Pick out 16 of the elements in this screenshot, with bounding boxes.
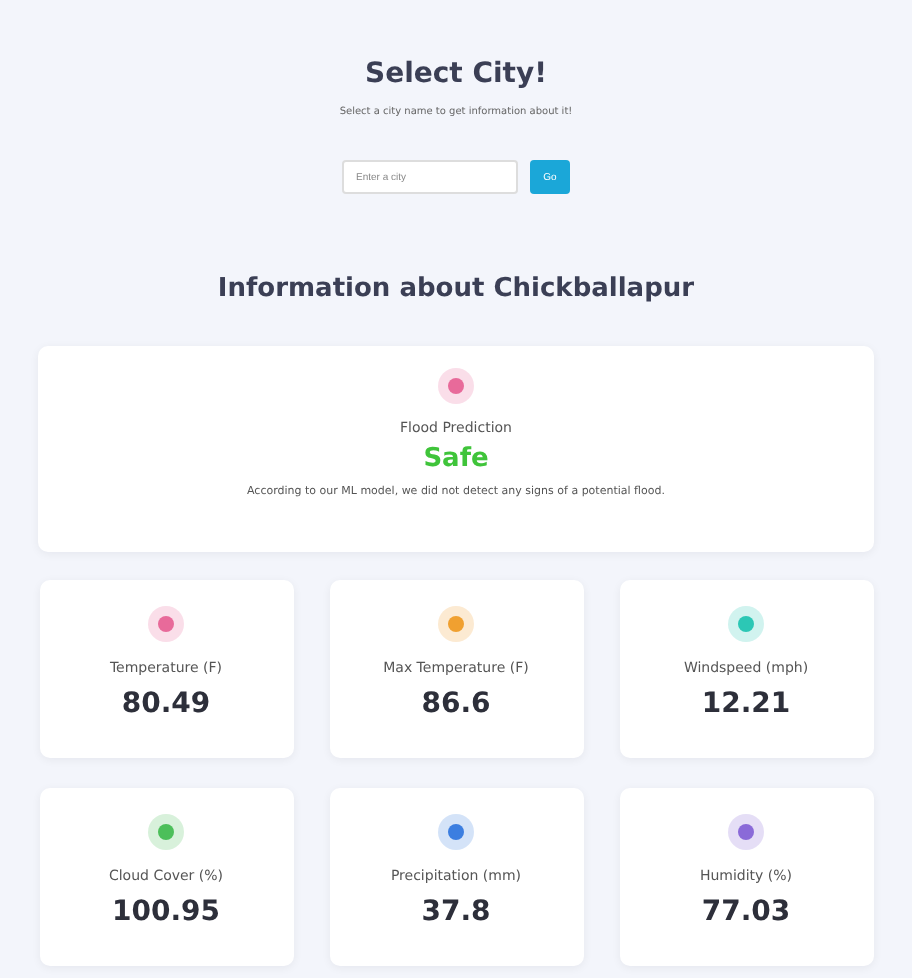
badge-icon (728, 814, 764, 850)
badge-icon (438, 814, 474, 850)
stat-value: 100.95 (111, 896, 221, 928)
badge-icon (438, 606, 474, 642)
badge-icon (148, 814, 184, 850)
stat-value: 80.49 (121, 688, 211, 720)
flood-status: Safe (423, 444, 489, 474)
badge-icon (438, 368, 474, 404)
badge-icon (728, 606, 764, 642)
section-heading: Information about Chickballapur (217, 274, 695, 304)
stat-value: 12.21 (701, 688, 791, 720)
page-title: Select City! (364, 58, 547, 90)
stat-value: 37.8 (421, 896, 491, 928)
badge-icon (148, 606, 184, 642)
stat-value: 86.6 (421, 688, 491, 720)
stat-value: 77.03 (701, 896, 791, 928)
